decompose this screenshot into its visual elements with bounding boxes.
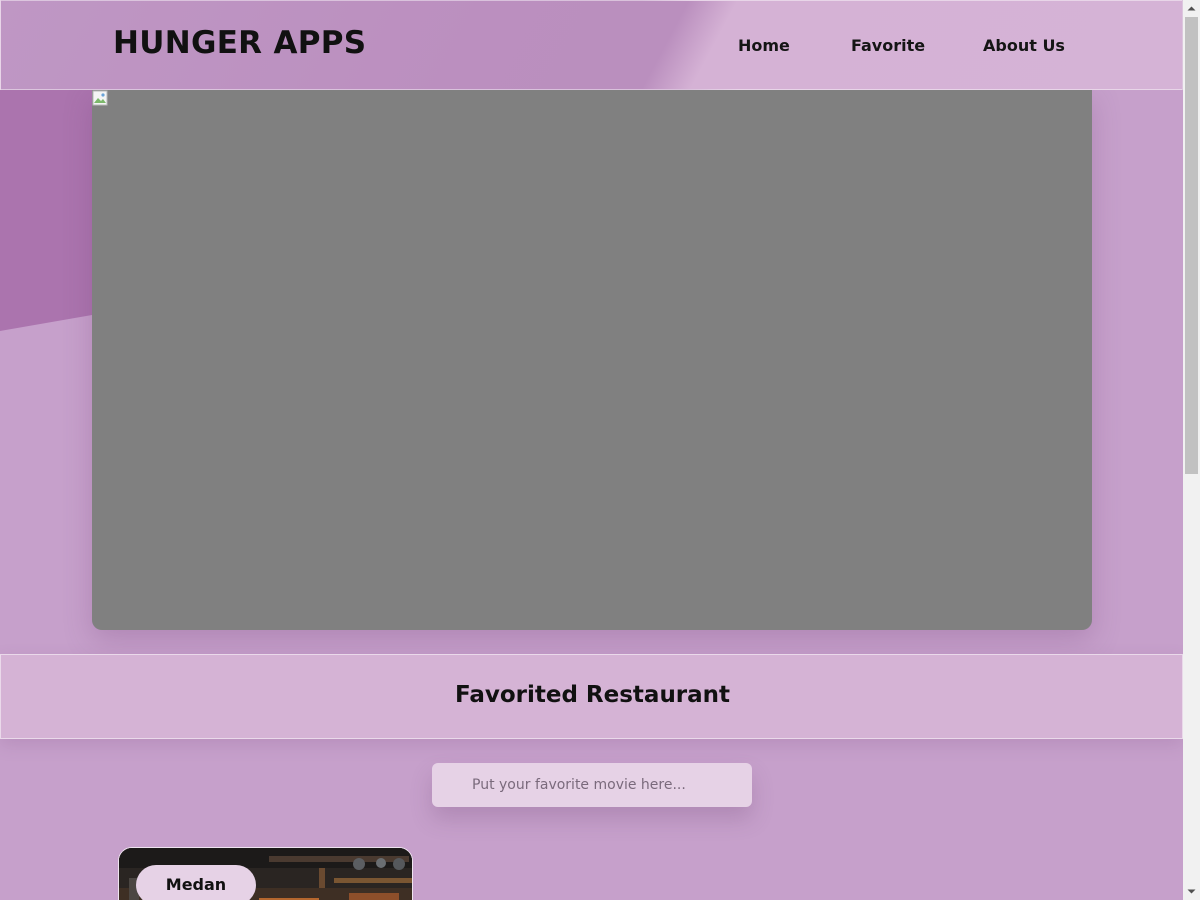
nav-home-link[interactable]: Home <box>738 36 790 55</box>
scrollbar-thumb[interactable] <box>1185 17 1198 474</box>
scroll-down-arrow-icon[interactable] <box>1183 883 1200 900</box>
city-badge: Medan <box>136 865 256 900</box>
favorites-title-bar: Favorited Restaurant <box>0 654 1183 739</box>
broken-image-icon <box>92 90 108 106</box>
site-header: HUNGER APPS Home Favorite About Us <box>0 0 1183 90</box>
favorites-title: Favorited Restaurant <box>454 682 731 708</box>
main-nav: Home Favorite About Us <box>1 36 1182 60</box>
search-input[interactable] <box>432 763 752 807</box>
vertical-scrollbar[interactable] <box>1183 0 1200 900</box>
restaurant-card[interactable]: Medan <box>118 847 413 900</box>
hero-image <box>92 90 1092 630</box>
page: HUNGER APPS Home Favorite About Us Favor… <box>0 0 1183 900</box>
nav-favorite-link[interactable]: Favorite <box>851 36 925 55</box>
scroll-up-arrow-icon[interactable] <box>1183 0 1200 17</box>
nav-about-us-link[interactable]: About Us <box>983 36 1065 55</box>
